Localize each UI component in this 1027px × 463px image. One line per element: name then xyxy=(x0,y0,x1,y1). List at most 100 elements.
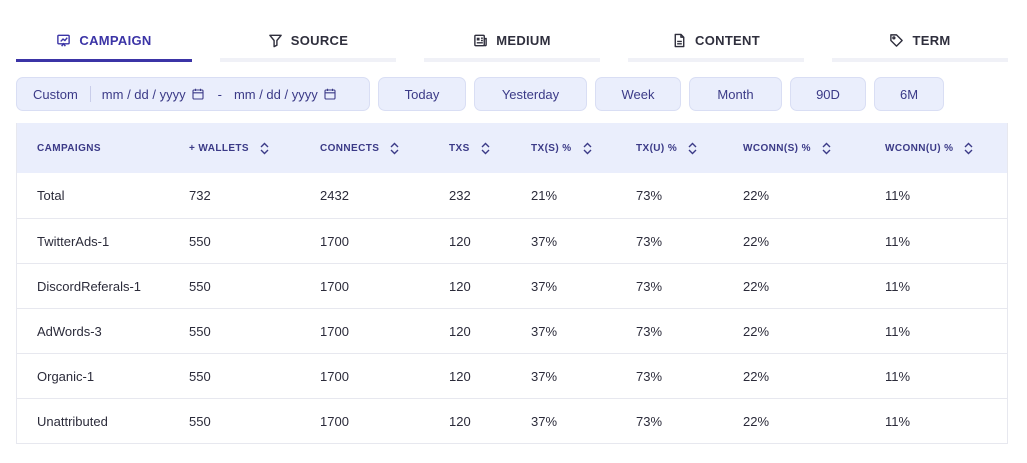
tag-icon xyxy=(890,33,904,47)
cell-txs: 120 xyxy=(449,369,471,384)
cell-connects: 2432 xyxy=(320,188,349,203)
cell-wallets: 550 xyxy=(189,414,211,429)
cell-tx-s-pct: 37% xyxy=(531,234,558,249)
sort-icon[interactable] xyxy=(259,142,270,155)
cell-txs: 120 xyxy=(449,279,471,294)
tab-label: MEDIUM xyxy=(496,32,551,48)
tab-term[interactable]: TERM xyxy=(832,18,1008,62)
cell-tx-s-pct: 21% xyxy=(531,188,558,203)
cell-connects: 1700 xyxy=(320,369,349,384)
column-header-wconn-s-pct[interactable]: WCONN(S) % xyxy=(743,123,832,173)
column-header-txs[interactable]: TXS xyxy=(449,123,491,173)
calendar-icon[interactable] xyxy=(324,88,336,100)
preset-yesterday-button[interactable]: Yesterday xyxy=(474,77,587,111)
tab-underline xyxy=(832,58,1008,62)
tab-label: TERM xyxy=(912,32,951,48)
table-row[interactable]: TwitterAds-1 550 1700 120 37% 73% 22% 11… xyxy=(17,218,1007,263)
tab-source[interactable]: SOURCE xyxy=(220,18,396,62)
newspaper-icon xyxy=(474,34,488,46)
cell-tx-u-pct: 73% xyxy=(636,324,663,339)
start-date-text: mm / dd / yyyy xyxy=(101,86,186,102)
presentation-icon xyxy=(57,34,71,47)
column-label: TXS xyxy=(449,142,470,154)
cell-wconn-u-pct: 11% xyxy=(885,234,911,249)
table-row[interactable]: Total 732 2432 232 21% 73% 22% 11% xyxy=(17,173,1007,218)
table-header: CAMPAIGNS + WALLETS CONNECTS TXS TX(S) %… xyxy=(17,123,1007,173)
sort-icon[interactable] xyxy=(821,142,832,155)
tab-content[interactable]: CONTENT xyxy=(628,18,804,62)
sort-icon[interactable] xyxy=(389,142,400,155)
report-tabs: CAMPAIGN SOURCE MEDIUM CONTENT TERM xyxy=(16,18,1008,62)
cell-wconn-s-pct: 22% xyxy=(743,279,770,294)
end-date-input[interactable]: mm / dd / yyyy xyxy=(234,87,336,102)
cell-wallets: 550 xyxy=(189,234,211,249)
cell-txs: 120 xyxy=(449,414,471,429)
table-row[interactable]: Organic-1 550 1700 120 37% 73% 22% 11% xyxy=(17,353,1007,398)
document-icon xyxy=(674,33,685,47)
preset-month-button[interactable]: Month xyxy=(689,77,782,111)
cell-tx-s-pct: 37% xyxy=(531,279,558,294)
sort-icon[interactable] xyxy=(687,142,698,155)
cell-tx-s-pct: 37% xyxy=(531,324,558,339)
tab-underline xyxy=(16,59,192,62)
table-row[interactable]: DiscordReferals-1 550 1700 120 37% 73% 2… xyxy=(17,263,1007,308)
table-row[interactable]: Unattributed 550 1700 120 37% 73% 22% 11… xyxy=(17,398,1007,443)
cell-txs: 120 xyxy=(449,324,471,339)
cell-wconn-s-pct: 22% xyxy=(743,234,770,249)
preset-6m-button[interactable]: 6M xyxy=(874,77,944,111)
column-header-tx-s-pct[interactable]: TX(S) % xyxy=(531,123,593,173)
preset-90d-button[interactable]: 90D xyxy=(790,77,866,111)
cell-wconn-s-pct: 22% xyxy=(743,414,770,429)
column-label: TX(S) % xyxy=(531,142,572,154)
cell-tx-u-pct: 73% xyxy=(636,279,663,294)
cell-txs: 232 xyxy=(449,188,471,203)
column-header-tx-u-pct[interactable]: TX(U) % xyxy=(636,123,698,173)
column-header-campaigns: CAMPAIGNS xyxy=(37,123,101,173)
cell-tx-s-pct: 37% xyxy=(531,369,558,384)
column-label: WCONN(U) % xyxy=(885,142,954,154)
start-date-input[interactable]: mm / dd / yyyy xyxy=(102,87,204,102)
cell-txs: 120 xyxy=(449,234,471,249)
cell-campaign: AdWords-3 xyxy=(37,324,102,339)
sort-icon[interactable] xyxy=(480,142,491,155)
column-label: CAMPAIGNS xyxy=(37,142,101,154)
cell-tx-u-pct: 73% xyxy=(636,414,663,429)
tab-campaign[interactable]: CAMPAIGN xyxy=(16,18,192,62)
cell-connects: 1700 xyxy=(320,234,349,249)
column-header-wconn-u-pct[interactable]: WCONN(U) % xyxy=(885,123,974,173)
cell-wconn-u-pct: 11% xyxy=(885,324,911,339)
sort-icon[interactable] xyxy=(963,142,974,155)
sort-icon[interactable] xyxy=(582,142,593,155)
cell-wconn-u-pct: 11% xyxy=(885,279,911,294)
cell-wconn-u-pct: 11% xyxy=(885,369,911,384)
table-row[interactable]: AdWords-3 550 1700 120 37% 73% 22% 11% xyxy=(17,308,1007,353)
cell-tx-u-pct: 73% xyxy=(636,234,663,249)
preset-today-button[interactable]: Today xyxy=(378,77,466,111)
cell-tx-u-pct: 73% xyxy=(636,369,663,384)
cell-tx-u-pct: 73% xyxy=(636,188,663,203)
cell-campaign: Organic-1 xyxy=(37,369,95,384)
column-header-wallets[interactable]: + WALLETS xyxy=(189,123,270,173)
tab-label: CONTENT xyxy=(695,32,760,48)
calendar-icon[interactable] xyxy=(192,88,204,100)
cell-wallets: 732 xyxy=(189,188,211,203)
cell-connects: 1700 xyxy=(320,324,349,339)
range-separator: - xyxy=(217,86,222,102)
column-label: WCONN(S) % xyxy=(743,142,811,154)
cell-campaign: TwitterAds-1 xyxy=(37,234,110,249)
cell-campaign: DiscordReferals-1 xyxy=(37,279,142,294)
campaign-table: CAMPAIGNS + WALLETS CONNECTS TXS TX(S) %… xyxy=(16,123,1008,444)
cell-wallets: 550 xyxy=(189,279,211,294)
cell-connects: 1700 xyxy=(320,279,349,294)
column-label: CONNECTS xyxy=(320,142,380,154)
end-date-text: mm / dd / yyyy xyxy=(233,86,318,102)
cell-campaign: Unattributed xyxy=(37,414,108,429)
cell-tx-s-pct: 37% xyxy=(531,414,558,429)
column-header-connects[interactable]: CONNECTS xyxy=(320,123,400,173)
tab-underline xyxy=(424,58,600,62)
tab-underline xyxy=(220,58,396,62)
divider xyxy=(89,86,91,102)
cell-wconn-u-pct: 11% xyxy=(885,188,911,203)
tab-medium[interactable]: MEDIUM xyxy=(424,18,600,62)
preset-week-button[interactable]: Week xyxy=(595,77,681,111)
